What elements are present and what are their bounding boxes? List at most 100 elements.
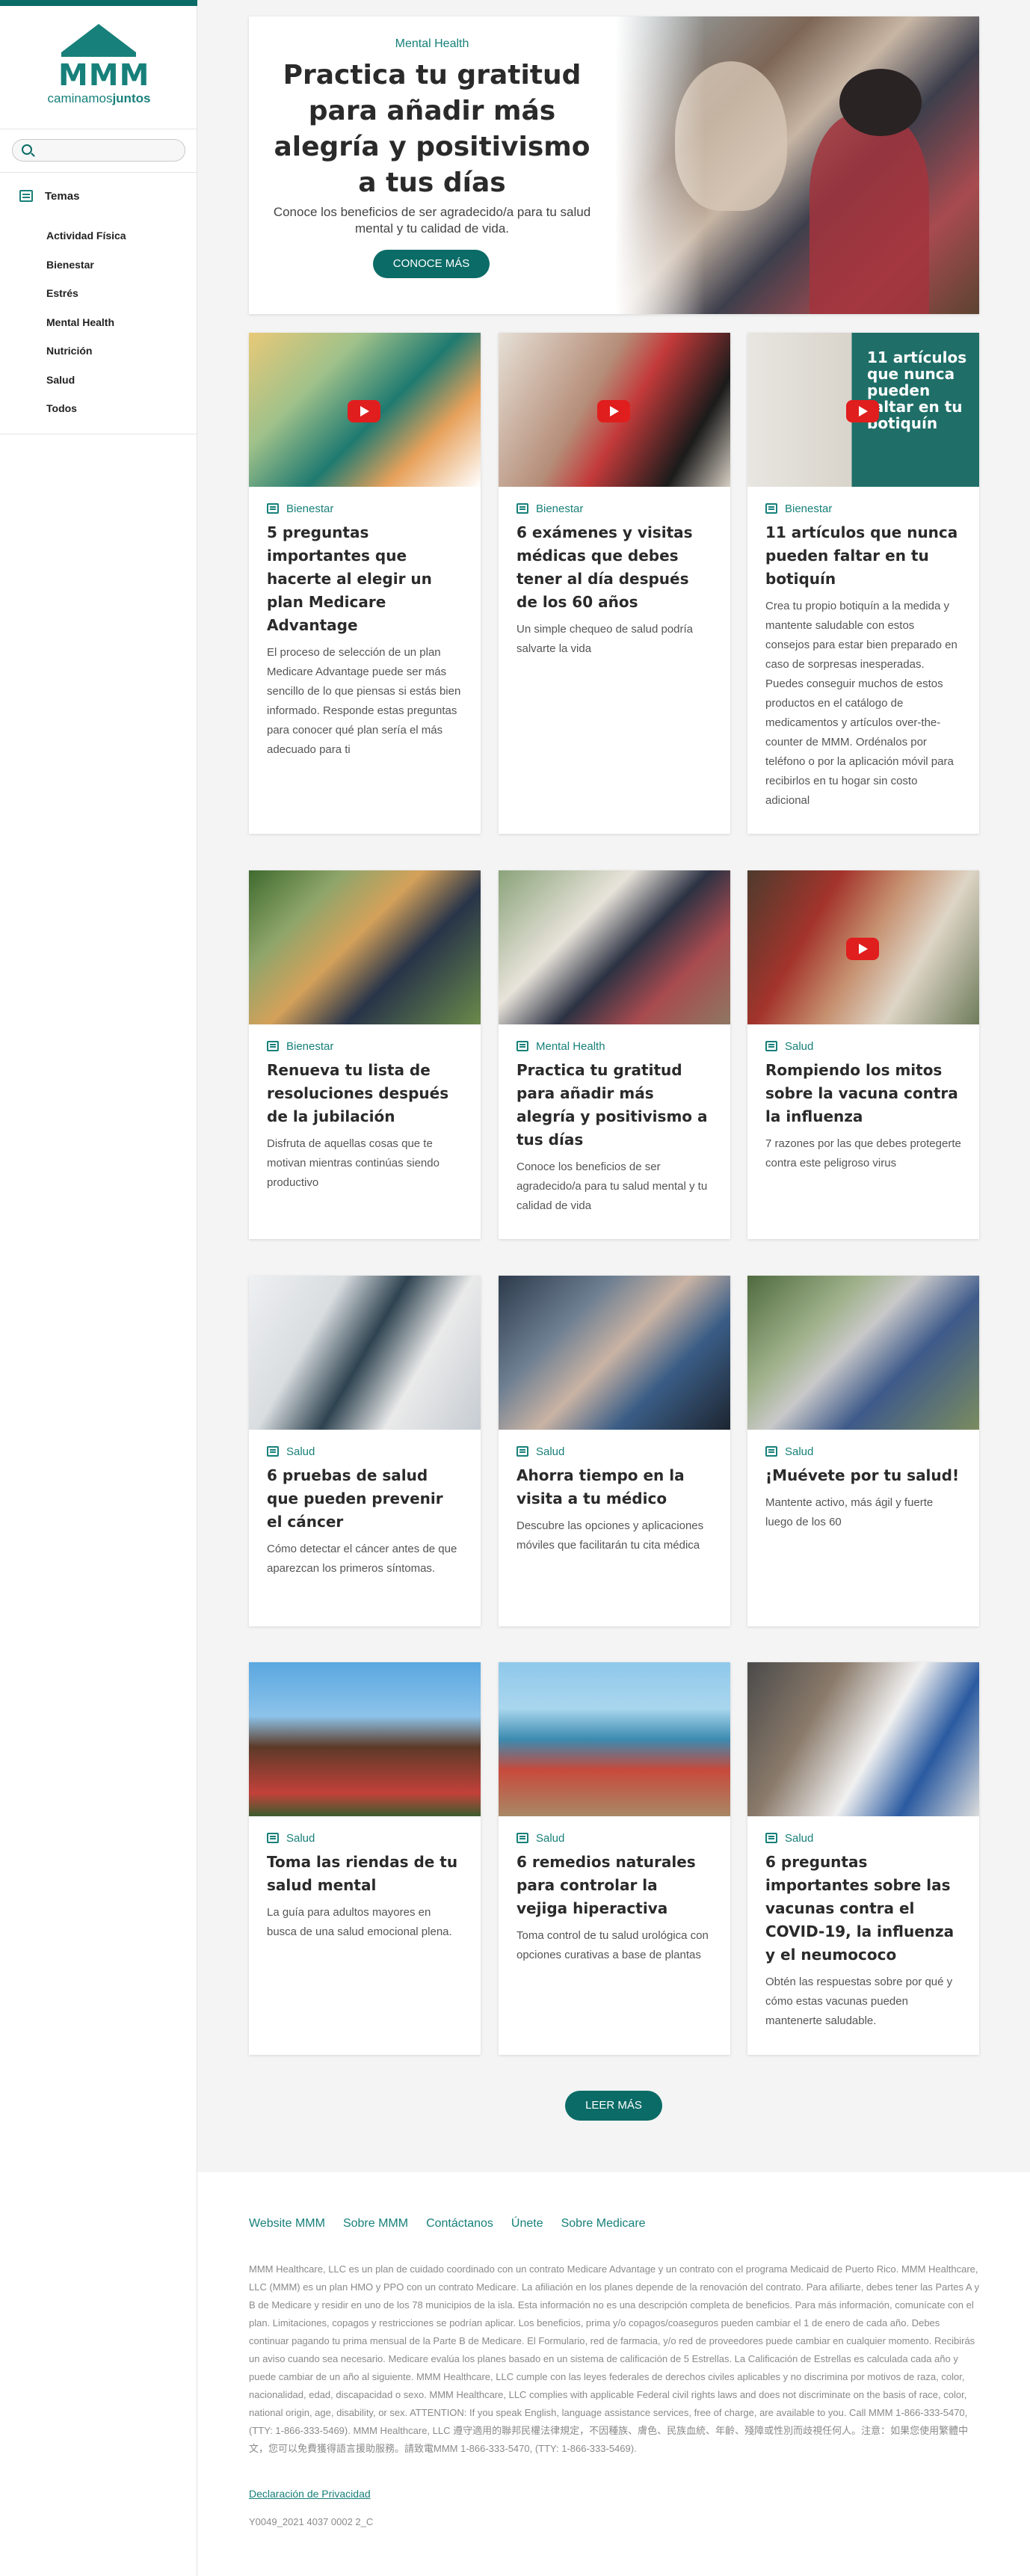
- article-card[interactable]: Salud 6 preguntas importantes sobre las …: [747, 1662, 979, 2055]
- card-category[interactable]: Salud: [785, 1040, 813, 1053]
- card-category[interactable]: Salud: [785, 1832, 813, 1845]
- card-image[interactable]: [747, 870, 979, 1024]
- card-title[interactable]: 11 artículos que nunca pueden faltar en …: [765, 521, 961, 591]
- article-icon: [765, 1041, 777, 1051]
- video-play-icon[interactable]: [846, 938, 879, 960]
- footer-link-sobre-medicare[interactable]: Sobre Medicare: [561, 2217, 646, 2231]
- divider: [0, 172, 197, 173]
- article-card[interactable]: Salud ¡Muévete por tu salud! Mantente ac…: [747, 1276, 979, 1626]
- card-title[interactable]: Practica tu gratitud para añadir más ale…: [516, 1059, 712, 1152]
- sidebar: MMM caminamosjuntos Temas Actividad Físi…: [0, 0, 197, 2576]
- article-icon: [516, 1446, 528, 1457]
- article-card[interactable]: Salud Toma las riendas de tu salud menta…: [249, 1662, 481, 2055]
- conoce-mas-button[interactable]: CONOCE MÁS: [373, 250, 490, 278]
- article-icon: [267, 1446, 279, 1457]
- card-title[interactable]: ¡Muévete por tu salud!: [765, 1464, 961, 1487]
- privacy-link[interactable]: Declaración de Privacidad: [249, 2488, 371, 2500]
- topic-mental-health[interactable]: Mental Health: [46, 314, 126, 343]
- card-description: Un simple chequeo de salud podría salvar…: [516, 623, 693, 655]
- card-image[interactable]: [249, 870, 481, 1024]
- card-title[interactable]: Rompiendo los mitos sobre la vacuna cont…: [765, 1059, 961, 1128]
- card-category[interactable]: Salud: [536, 1832, 564, 1845]
- article-card[interactable]: Salud 6 remedios naturales para controla…: [499, 1662, 730, 2055]
- card-category[interactable]: Mental Health: [536, 1040, 605, 1053]
- card-category[interactable]: Bienestar: [286, 1040, 333, 1053]
- card-image[interactable]: [249, 1662, 481, 1816]
- card-image[interactable]: [747, 1276, 979, 1430]
- article-icon: [765, 1446, 777, 1457]
- video-play-icon[interactable]: [348, 400, 380, 422]
- topic-bienestar[interactable]: Bienestar: [46, 256, 126, 286]
- search-icon[interactable]: [22, 144, 32, 155]
- logo-mountain-icon: [61, 24, 136, 52]
- footer-link-unete[interactable]: Únete: [511, 2217, 543, 2231]
- card-title[interactable]: 5 preguntas importantes que hacerte al e…: [267, 521, 463, 637]
- hero-title[interactable]: Practica tu gratitud para añadir más ale…: [264, 58, 600, 201]
- card-category[interactable]: Bienestar: [785, 502, 832, 515]
- card-description: Mantente activo, más ágil y fuerte luego…: [765, 1496, 934, 1528]
- search-box[interactable]: [12, 139, 185, 162]
- topics-nav: Actividad Física Bienestar Estrés Mental…: [46, 227, 126, 429]
- article-card[interactable]: Bienestar 6 exámenes y visitas médicas q…: [499, 333, 730, 834]
- logo[interactable]: MMM caminamosjuntos: [45, 22, 153, 108]
- video-play-icon[interactable]: [846, 400, 879, 422]
- card-description: El proceso de selección de un plan Medic…: [267, 646, 461, 756]
- card-image-caption: 11 artículos que nunca pueden faltar en …: [867, 348, 967, 432]
- card-category[interactable]: Salud: [286, 1832, 315, 1845]
- article-icon: [267, 503, 279, 514]
- article-card[interactable]: Bienestar 5 preguntas importantes que ha…: [249, 333, 481, 834]
- card-category[interactable]: Salud: [785, 1445, 813, 1458]
- hero-image: [615, 16, 979, 314]
- card-category[interactable]: Bienestar: [536, 502, 583, 515]
- card-title[interactable]: Renueva tu lista de resoluciones después…: [267, 1059, 463, 1128]
- topic-salud[interactable]: Salud: [46, 372, 126, 401]
- leer-mas-button[interactable]: LEER MÁS: [565, 2091, 662, 2121]
- card-title[interactable]: 6 pruebas de salud que pueden prevenir e…: [267, 1464, 463, 1534]
- article-card[interactable]: Salud Rompiendo los mitos sobre la vacun…: [747, 870, 979, 1239]
- card-category[interactable]: Bienestar: [286, 502, 333, 515]
- card-image[interactable]: [499, 870, 730, 1024]
- card-image[interactable]: [499, 1662, 730, 1816]
- hero-category[interactable]: Mental Health: [249, 37, 615, 51]
- card-image[interactable]: 11 artículos que nunca pueden faltar en …: [747, 333, 979, 487]
- footer-link-contactanos[interactable]: Contáctanos: [426, 2217, 493, 2231]
- card-title[interactable]: Toma las riendas de tu salud mental: [267, 1851, 463, 1897]
- article-icon: [765, 503, 777, 514]
- card-description: Obtén las respuestas sobre por qué y cóm…: [765, 1976, 953, 2027]
- card-description: Toma control de tu salud urológica con o…: [516, 1929, 709, 1961]
- card-image[interactable]: [249, 1276, 481, 1430]
- topic-todos[interactable]: Todos: [46, 400, 126, 429]
- card-description: Cómo detectar el cáncer antes de que apa…: [267, 1543, 457, 1575]
- card-title[interactable]: 6 remedios naturales para controlar la v…: [516, 1851, 712, 1920]
- topic-nutricion[interactable]: Nutrición: [46, 342, 126, 372]
- hero-banner[interactable]: Mental Health Practica tu gratitud para …: [249, 16, 979, 314]
- top-accent-bar: [0, 0, 197, 6]
- footer-link-sobre-mmm[interactable]: Sobre MMM: [343, 2217, 408, 2231]
- material-code: Y0049_2021 4037 0002 2_C: [249, 2516, 374, 2527]
- card-category[interactable]: Salud: [536, 1445, 564, 1458]
- card-description: Conoce los beneficios de ser agradecido/…: [516, 1161, 708, 1212]
- topic-actividad-fisica[interactable]: Actividad Física: [46, 227, 126, 256]
- article-icon: [516, 1041, 528, 1051]
- video-play-icon[interactable]: [597, 400, 630, 422]
- article-card[interactable]: Salud 6 pruebas de salud que pueden prev…: [249, 1276, 481, 1626]
- card-image[interactable]: [499, 1276, 730, 1430]
- article-icon: [765, 1833, 777, 1843]
- topic-estres[interactable]: Estrés: [46, 285, 126, 314]
- article-card[interactable]: 11 artículos que nunca pueden faltar en …: [747, 333, 979, 834]
- article-card[interactable]: Salud Ahorra tiempo en la visita a tu mé…: [499, 1276, 730, 1626]
- card-image[interactable]: [249, 333, 481, 487]
- card-title[interactable]: 6 exámenes y visitas médicas que debes t…: [516, 521, 712, 614]
- card-title[interactable]: Ahorra tiempo en la visita a tu médico: [516, 1464, 712, 1510]
- card-category[interactable]: Salud: [286, 1445, 315, 1458]
- article-icon: [267, 1833, 279, 1843]
- footer-link-website-mmm[interactable]: Website MMM: [249, 2217, 325, 2231]
- card-image[interactable]: [499, 333, 730, 487]
- card-image[interactable]: [747, 1662, 979, 1816]
- search-input[interactable]: [40, 143, 174, 158]
- article-card[interactable]: Mental Health Practica tu gratitud para …: [499, 870, 730, 1239]
- card-description: La guía para adultos mayores en busca de…: [267, 1906, 452, 1938]
- article-card[interactable]: Bienestar Renueva tu lista de resolucion…: [249, 870, 481, 1239]
- logo-wordmark: MMM: [58, 58, 150, 93]
- card-title[interactable]: 6 preguntas importantes sobre las vacuna…: [765, 1851, 961, 1967]
